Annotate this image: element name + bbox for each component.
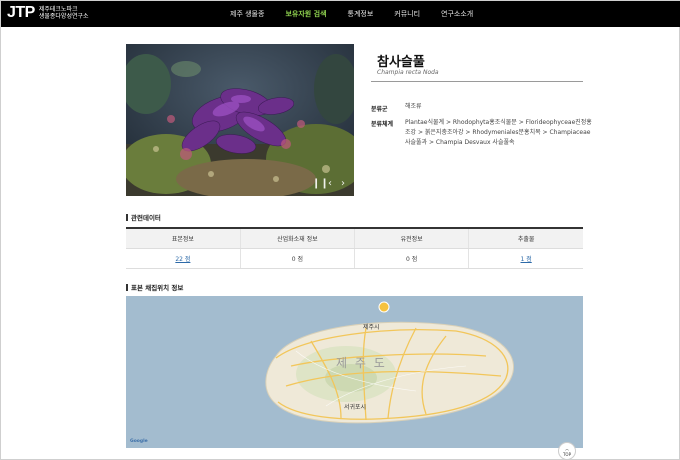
collection-map[interactable]: 제주시 제 주 도 서귀포시 Google [126,296,583,448]
map-provider-logo: Google [130,439,148,444]
nav-item-resource-search[interactable]: 보유자원 검색 [280,1,342,27]
column-header: 표본정보 [126,227,241,249]
column-header: 추출물 [468,227,583,249]
scroll-top-button[interactable]: ︿ TOP [558,442,576,460]
location-marker-icon [378,301,390,313]
heading-bar [126,214,128,221]
taxonomy-line: Plantae식물계 > Rhodophyta홍조식물문 > Florideop… [405,119,592,126]
chevron-right-icon[interactable]: › [338,178,348,190]
table-cell: 22 점 [126,248,241,269]
group-value: 해조류 [405,103,422,110]
nav-item-community[interactable]: 커뮤니티 [389,1,436,27]
taxonomy-line: 조강 > 붉은지충조아강 > Rhodymeniales분홍치목 > Champ… [405,129,591,136]
group-label: 분류군 [371,106,388,113]
photo-controls: ❙❙ ‹ › [312,178,348,190]
top-button-label: TOP [562,452,571,457]
map-title: 표본 채집위치 정보 [131,284,184,292]
related-data-title: 관련데이터 [131,214,161,222]
map-label-island: 제 주 도 [336,356,387,370]
logo-line-2: 생물종다양성연구소 [38,13,89,20]
site-logo[interactable]: JTP 제주테크노파크 생물종다양성연구소 [7,5,89,21]
map-label-jeju-city: 제주시 [363,324,380,331]
heading-bar [126,284,128,291]
related-data-heading: 관련데이터 [126,212,161,222]
logo-mark: JTP [7,4,35,21]
map-label-seogwipo: 서귀포시 [344,404,367,411]
table-header-row: 표본정보 산업화소재 정보 유전정보 추출물 [126,227,583,249]
column-header: 산업화소재 정보 [239,227,355,249]
nav-item-about[interactable]: 연구소소개 [436,1,489,27]
chevron-up-icon: ︿ [565,446,569,451]
extract-count-link[interactable]: 1 점 [521,256,532,263]
taxonomy-line: 사슬풀과 > Champia Desvaux 사슬풀속 [405,139,515,146]
pause-icon[interactable]: ❙❙ [312,178,329,190]
column-header: 유전정보 [353,227,469,249]
map-heading: 표본 채집위치 정보 [126,282,183,292]
species-photo: ❙❙ ‹ › [126,44,354,196]
taxonomy-value: Plantae식물계 > Rhodophyta홍조식물문 > Florideop… [405,118,592,148]
nav-item-statistics[interactable]: 통계정보 [343,1,390,27]
nav-item-species[interactable]: 제주 생물종 [225,1,280,27]
specimen-count-link[interactable]: 22 점 [175,256,190,263]
table-cell: 0 점 [353,248,469,269]
jeju-map-image [126,296,583,448]
table-cell: 0 점 [239,248,355,269]
chevron-left-icon[interactable]: ‹ [325,178,335,190]
species-name: 참사슬풀 [377,55,425,70]
main-nav: 제주 생물종 보유자원 검색 통계정보 커뮤니티 연구소소개 [225,1,489,27]
related-data-table: 표본정보 산업화소재 정보 유전정보 추출물 22 점 0 점 0 점 1 점 [126,227,583,269]
species-scientific-name: Champia recta Noda [377,69,439,76]
taxonomy-label: 분류체계 [371,121,394,128]
table-cell: 1 점 [468,248,583,269]
top-navigation-bar: JTP 제주테크노파크 생물종다양성연구소 제주 생물종 보유자원 검색 통계정… [1,1,680,27]
species-divider [371,81,583,82]
logo-line-1: 제주테크노파크 [38,6,78,13]
logo-text: 제주테크노파크 생물종다양성연구소 [39,6,89,20]
table-row: 22 점 0 점 0 점 1 점 [126,248,583,269]
seaweed-photo-image [126,44,354,196]
